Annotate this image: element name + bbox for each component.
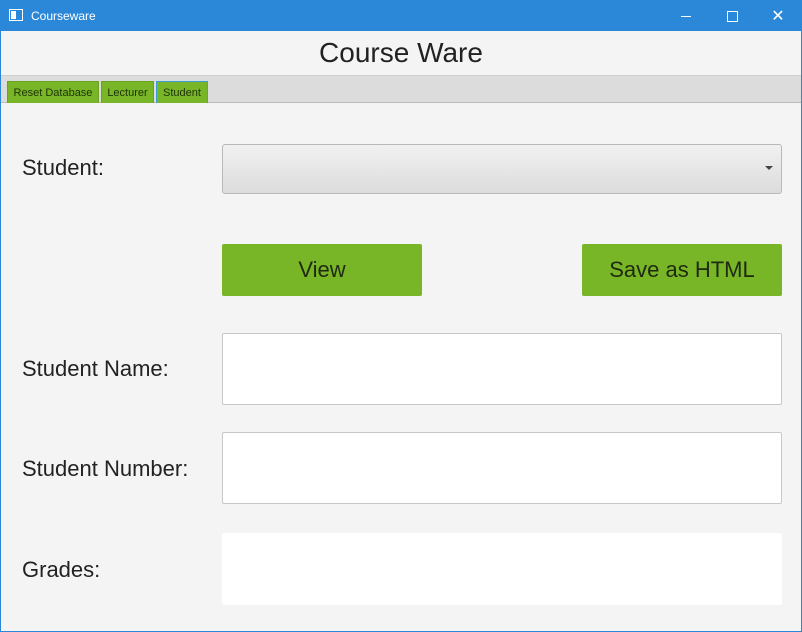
maximize-icon <box>726 10 738 22</box>
close-icon: ✕ <box>771 6 785 25</box>
grades-label: Grades: <box>22 557 101 582</box>
student-name-field[interactable] <box>222 333 782 405</box>
chevron-down-icon[interactable] <box>765 166 773 170</box>
tab-bar: Reset Database Lecturer Student <box>1 75 801 103</box>
student-name-label: Student Name: <box>22 356 169 381</box>
student-select[interactable] <box>222 144 782 194</box>
app-header: Course Ware <box>1 31 801 75</box>
close-button[interactable]: ✕ <box>755 1 801 31</box>
student-label: Student: <box>22 155 104 180</box>
grades-field[interactable] <box>222 533 782 605</box>
app-icon <box>9 9 23 21</box>
title-bar[interactable]: Courseware ✕ <box>1 1 801 31</box>
window-title: Courseware <box>31 9 96 23</box>
tab-student[interactable]: Student <box>156 81 208 103</box>
save-as-html-button[interactable]: Save as HTML <box>582 244 782 296</box>
page-title: Course Ware <box>319 37 483 68</box>
student-number-field[interactable] <box>222 432 782 504</box>
view-button[interactable]: View <box>222 244 422 296</box>
tab-reset-database[interactable]: Reset Database <box>7 81 99 103</box>
app-window: Courseware ✕ Course Ware Reset Database … <box>0 0 802 632</box>
minimize-icon <box>681 15 691 17</box>
tab-lecturer[interactable]: Lecturer <box>101 81 154 103</box>
minimize-button[interactable] <box>663 1 709 31</box>
maximize-button[interactable] <box>709 1 755 31</box>
student-number-label: Student Number: <box>22 456 189 481</box>
